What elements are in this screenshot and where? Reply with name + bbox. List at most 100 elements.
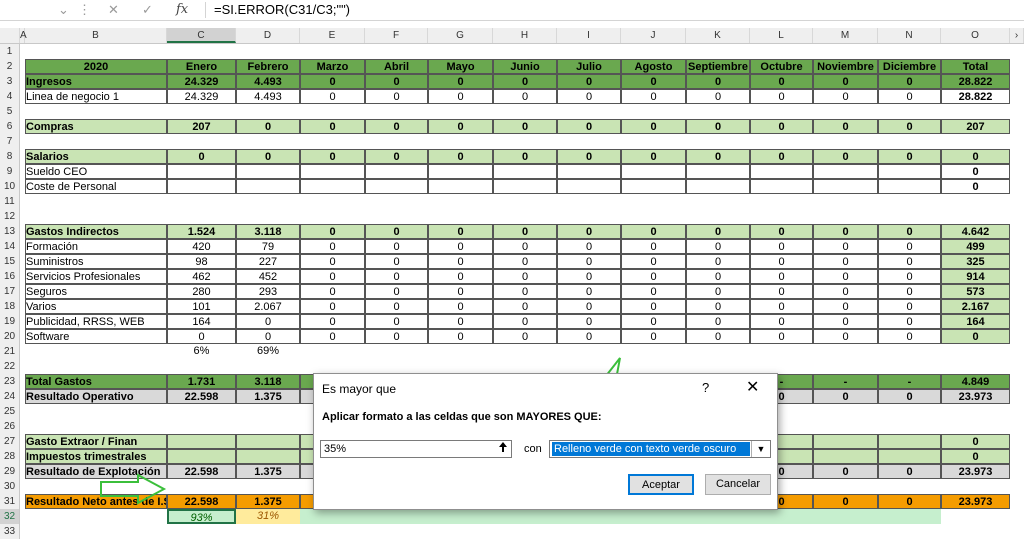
row-value[interactable]: 0	[236, 119, 300, 134]
column-header-d[interactable]: D	[236, 28, 300, 43]
select-all-corner[interactable]	[0, 28, 20, 43]
row-value[interactable]	[686, 164, 750, 179]
row-value[interactable]: 0	[493, 89, 557, 104]
row-value[interactable]: 0	[300, 314, 365, 329]
insert-function-icon[interactable]: fx	[176, 2, 188, 17]
row-total[interactable]: 23.973	[941, 389, 1010, 404]
row-value[interactable]: 0	[236, 149, 300, 164]
row-value[interactable]: 98	[167, 254, 236, 269]
row-value[interactable]: 0	[428, 299, 493, 314]
row-header[interactable]: 4	[0, 89, 20, 104]
row-value[interactable]: 0	[750, 89, 813, 104]
row-value[interactable]	[750, 179, 813, 194]
row-total[interactable]: 2.167	[941, 299, 1010, 314]
threshold-input[interactable]: 35%	[320, 440, 512, 458]
row-value[interactable]: 0	[557, 269, 621, 284]
column-header-i[interactable]: I	[557, 28, 621, 43]
row-value[interactable]: 0	[428, 149, 493, 164]
row-value[interactable]: 0	[750, 284, 813, 299]
row-value[interactable]: 0	[686, 254, 750, 269]
row-value[interactable]	[167, 434, 236, 449]
row-value[interactable]: 0	[621, 284, 686, 299]
row-value[interactable]: 0	[878, 284, 941, 299]
row-value[interactable]: 0	[813, 314, 878, 329]
row-value[interactable]: 1.731	[167, 374, 236, 389]
preview-cell[interactable]	[813, 509, 878, 524]
row-value[interactable]: 0	[557, 284, 621, 299]
row-value[interactable]: 0	[813, 254, 878, 269]
row-value[interactable]	[813, 434, 878, 449]
row-value[interactable]	[493, 179, 557, 194]
column-header-f[interactable]: F	[365, 28, 428, 43]
row-value[interactable]: 0	[365, 299, 428, 314]
row-value[interactable]: 0	[365, 239, 428, 254]
row-value[interactable]: 0	[621, 314, 686, 329]
row-label[interactable]: Servicios Profesionales	[25, 269, 167, 284]
row-value[interactable]: 0	[878, 74, 941, 89]
row-value[interactable]: 0	[686, 299, 750, 314]
row-total[interactable]: 164	[941, 314, 1010, 329]
row-total[interactable]: 499	[941, 239, 1010, 254]
column-header-l[interactable]: L	[750, 28, 813, 43]
row-total[interactable]: 23.973	[941, 464, 1010, 479]
header-year[interactable]: 2020	[25, 59, 167, 74]
percent-cell-selected[interactable]: 93%	[167, 509, 236, 524]
row-value[interactable]: 0	[878, 494, 941, 509]
row-value[interactable]: 0	[686, 239, 750, 254]
row-value[interactable]: 0	[686, 224, 750, 239]
row-value[interactable]: 0	[493, 239, 557, 254]
enter-formula-icon[interactable]: ✓	[142, 2, 153, 18]
row-value[interactable]: 1.375	[236, 389, 300, 404]
column-header-b[interactable]: B	[25, 28, 167, 43]
row-value[interactable]: 0	[300, 149, 365, 164]
collapse-dialog-icon[interactable]	[496, 441, 510, 457]
row-value[interactable]: 0	[365, 149, 428, 164]
row-value[interactable]: 24.329	[167, 89, 236, 104]
preview-cell[interactable]	[878, 509, 941, 524]
header-month[interactable]: Mayo	[428, 59, 493, 74]
row-total[interactable]: 914	[941, 269, 1010, 284]
row-header[interactable]: 25	[0, 404, 20, 419]
row-total[interactable]: 0	[941, 149, 1010, 164]
row-value[interactable]: 0	[686, 329, 750, 344]
row-value[interactable]	[236, 164, 300, 179]
row-value[interactable]: 0	[300, 269, 365, 284]
column-header-c[interactable]: C	[167, 28, 236, 43]
scroll-right-icon[interactable]: ›	[1010, 28, 1024, 43]
row-value[interactable]: 0	[621, 224, 686, 239]
row-label[interactable]: Suministros	[25, 254, 167, 269]
row-value[interactable]	[236, 449, 300, 464]
row-header[interactable]: 27	[0, 434, 20, 449]
row-value[interactable]: 0	[557, 239, 621, 254]
row-value[interactable]: 0	[557, 299, 621, 314]
column-header-j[interactable]: J	[621, 28, 686, 43]
row-value[interactable]: 0	[750, 269, 813, 284]
row-value[interactable]: 0	[557, 89, 621, 104]
row-value[interactable]: 0	[300, 224, 365, 239]
row-value[interactable]: 0	[750, 224, 813, 239]
row-value[interactable]: 0	[236, 314, 300, 329]
row-value[interactable]: 0	[557, 314, 621, 329]
row-total[interactable]: 0	[941, 179, 1010, 194]
row-header[interactable]: 16	[0, 269, 20, 284]
row-value[interactable]: 0	[813, 329, 878, 344]
header-month[interactable]: Junio	[493, 59, 557, 74]
row-value[interactable]: 0	[365, 89, 428, 104]
row-value[interactable]	[428, 179, 493, 194]
preview-cell[interactable]	[686, 509, 750, 524]
row-header[interactable]: 9	[0, 164, 20, 179]
row-value[interactable]: 0	[878, 149, 941, 164]
row-header[interactable]: 22	[0, 359, 20, 374]
row-header[interactable]: 29	[0, 464, 20, 479]
row-value[interactable]	[686, 179, 750, 194]
ok-button[interactable]: Aceptar	[628, 474, 694, 495]
header-total[interactable]: Total	[941, 59, 1010, 74]
row-total[interactable]: 0	[941, 329, 1010, 344]
row-value[interactable]: 0	[365, 284, 428, 299]
row-value[interactable]: 0	[428, 269, 493, 284]
row-value[interactable]: 0	[686, 269, 750, 284]
percent-cell[interactable]: 6%	[167, 344, 236, 359]
row-value[interactable]: 0	[813, 224, 878, 239]
row-header[interactable]: 21	[0, 344, 20, 359]
header-month[interactable]: Febrero	[236, 59, 300, 74]
